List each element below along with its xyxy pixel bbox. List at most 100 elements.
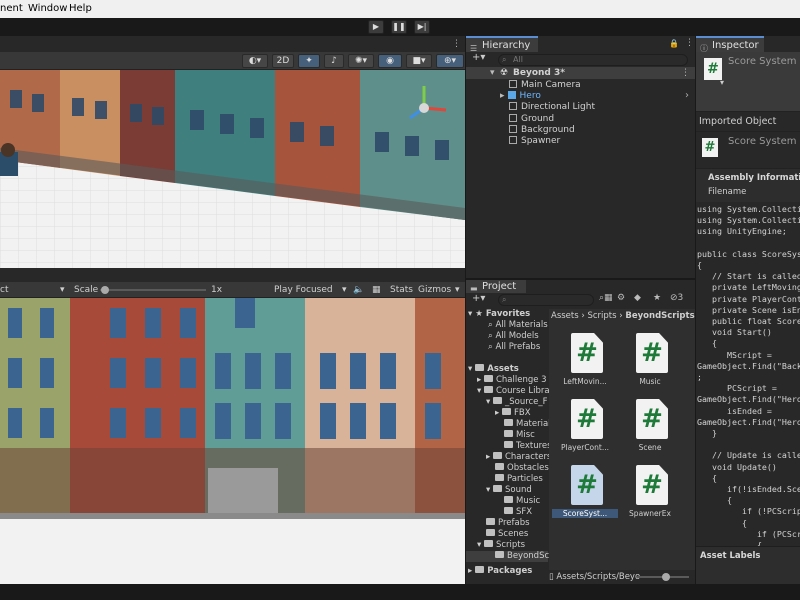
code-line: ;: [697, 372, 702, 383]
expand-arrow-icon[interactable]: ▾: [490, 67, 495, 79]
step-button[interactable]: ▶|: [414, 20, 430, 34]
assets-header[interactable]: ▾ Assets: [468, 364, 519, 375]
search-by-label-icon[interactable]: ⚙: [617, 293, 625, 303]
search-icon: ⌕: [502, 55, 507, 64]
code-line: {: [697, 517, 747, 528]
tree-item-obstacles[interactable]: Obstacles: [495, 463, 549, 474]
tree-item-particles[interactable]: Particles: [495, 474, 543, 485]
pause-button[interactable]: ❚❚: [391, 20, 407, 34]
scene-root-row[interactable]: ▾ ☢ Beyond 3* ⋮: [466, 67, 695, 79]
icon-size-slider-thumb[interactable]: [661, 573, 670, 581]
asset-scene-script[interactable]: # Scene: [617, 399, 683, 461]
menu-help[interactable]: Help: [69, 3, 92, 14]
display-dropdown[interactable]: ct: [0, 285, 8, 295]
lighting-toggle-icon[interactable]: ✦: [298, 54, 320, 68]
lock-icon[interactable]: 🔒: [669, 39, 679, 48]
asset-playercontrols-script[interactable]: # PlayerCont...: [552, 399, 618, 461]
folder-icon: [492, 485, 502, 492]
scale-slider[interactable]: [100, 286, 206, 294]
asset-spawnerex-script[interactable]: # SpawnerEx: [617, 465, 683, 527]
tree-item-characters[interactable]: ▸ Characters: [486, 452, 551, 463]
breadcrumb-scripts[interactable]: Scripts: [587, 311, 616, 321]
dropdown-arrow-icon[interactable]: ▾: [342, 285, 347, 295]
favorite-all-materials[interactable]: ⌕ All Materials: [488, 320, 548, 331]
hierarchy-search-input[interactable]: ⌕ All: [498, 54, 688, 66]
tree-item-textures[interactable]: Textures: [504, 441, 552, 452]
breadcrumb-assets[interactable]: Assets: [551, 311, 579, 321]
tree-item-music[interactable]: Music: [504, 496, 540, 507]
breadcrumb-beyondscripts[interactable]: BeyondScripts: [625, 311, 694, 321]
code-line: private LeftMovingB MS: [711, 282, 800, 293]
project-tab[interactable]: ▬ Project: [466, 280, 526, 293]
favorites-header[interactable]: ▾ ★ Favorites: [468, 309, 530, 320]
play-focused-dropdown[interactable]: Play Focused: [274, 285, 333, 295]
scale-slider-thumb[interactable]: [101, 286, 110, 294]
add-icon[interactable]: +▾: [472, 293, 485, 304]
scene-view[interactable]: [0, 70, 465, 268]
asset-music-script[interactable]: # Music: [617, 333, 683, 395]
asset-name: Scene: [638, 443, 662, 452]
audio-toggle-icon[interactable]: ♪: [324, 54, 344, 68]
expand-arrow-icon[interactable]: ▸: [500, 91, 505, 101]
hidden-packages-icon[interactable]: ⊘3: [670, 293, 683, 303]
tree-item-prefabs[interactable]: Prefabs: [486, 518, 530, 529]
icon-size-slider[interactable]: [637, 573, 689, 581]
tree-item-materials[interactable]: Materials: [504, 419, 555, 430]
inspector-panel: ⓘ Inspector # ▾ Score System (M Imported…: [696, 36, 800, 584]
search-by-type-icon[interactable]: ⌕▦: [599, 293, 613, 303]
gizmos-icon[interactable]: ⊕▾: [436, 54, 464, 68]
label-icon[interactable]: ◆: [634, 293, 641, 303]
tree-item-fbx[interactable]: ▸ FBX: [495, 408, 531, 419]
project-search-input[interactable]: ⌕: [498, 294, 594, 306]
favorite-all-prefabs[interactable]: ⌕ All Prefabs: [488, 342, 540, 353]
tree-item-scenes[interactable]: Scenes: [486, 529, 528, 540]
favorite-all-models[interactable]: ⌕ All Models: [488, 331, 539, 342]
display-dropdown-arrow-icon[interactable]: ▾: [60, 285, 65, 295]
game-tab-bar: [0, 268, 465, 282]
scene-menu-icon[interactable]: ⋮: [681, 67, 690, 79]
inspector-tab[interactable]: ⓘ Inspector: [696, 36, 764, 53]
tree-item-course-library[interactable]: ▾ Course Library: [477, 386, 558, 397]
tree-item-sound[interactable]: ▾ Sound: [486, 485, 532, 496]
shading-mode-button[interactable]: ◐▾: [242, 54, 268, 68]
play-button[interactable]: ▶: [368, 20, 384, 34]
gizmos-button[interactable]: Gizmos: [418, 285, 451, 295]
hierarchy-item-spawner[interactable]: Spawner: [509, 135, 560, 147]
tree-item-sfx[interactable]: SFX: [504, 507, 532, 518]
hierarchy-tab[interactable]: ☰ Hierarchy: [466, 36, 538, 53]
asset-scoresystem-script[interactable]: # ScoreSyst...: [552, 465, 618, 527]
2d-toggle[interactable]: 2D: [272, 54, 294, 68]
mute-audio-icon[interactable]: 🔈: [353, 285, 364, 295]
effects-icon[interactable]: ✺▾: [348, 54, 374, 68]
more-menu-icon[interactable]: ⋮: [452, 39, 461, 49]
tree-item-beyondscripts[interactable]: BeyondScripts: [466, 551, 568, 562]
camera-settings-icon[interactable]: ■▾: [406, 54, 432, 68]
add-icon[interactable]: +▾: [472, 52, 485, 63]
menu-component[interactable]: nent: [0, 3, 23, 14]
gameobject-icon: [509, 80, 517, 88]
hierarchy-item-directional-light[interactable]: Directional Light: [509, 101, 595, 113]
packages-header[interactable]: ▸ Packages: [468, 566, 532, 577]
csharp-script-icon: #: [636, 333, 668, 373]
asset-path-bar: ▯ Assets/Scripts/Beyo: [549, 570, 695, 584]
chevron-right-icon[interactable]: ›: [685, 90, 689, 101]
tree-item-source[interactable]: ▾ _Source_F: [486, 397, 548, 408]
gizmos-dropdown-arrow-icon[interactable]: ▾: [455, 285, 460, 295]
favorite-star-icon[interactable]: ★: [653, 293, 661, 303]
code-line: using UnityEngine;: [697, 226, 787, 237]
tree-item-challenge-3[interactable]: ▸ Challenge 3: [477, 375, 547, 386]
stats-button[interactable]: Stats: [390, 285, 413, 295]
code-line: isEnded =: [697, 405, 772, 416]
keyboard-shortcuts-icon[interactable]: ▦: [372, 285, 381, 295]
main-toolbar: ▶ ❚❚ ▶|: [0, 18, 800, 36]
hidden-objects-icon[interactable]: ◉: [378, 54, 402, 68]
tree-item-misc[interactable]: Misc: [504, 430, 535, 441]
menu-window[interactable]: Window: [28, 3, 67, 14]
asset-leftmoving-script[interactable]: # LeftMovin...: [552, 333, 618, 395]
settings-dropdown-icon[interactable]: ▾: [720, 78, 724, 87]
inspector-title: Inspector: [712, 40, 759, 51]
tree-item-scripts[interactable]: ▾ Scripts: [477, 540, 525, 551]
more-menu-icon[interactable]: ⋮: [685, 38, 694, 48]
game-view[interactable]: [0, 298, 465, 584]
